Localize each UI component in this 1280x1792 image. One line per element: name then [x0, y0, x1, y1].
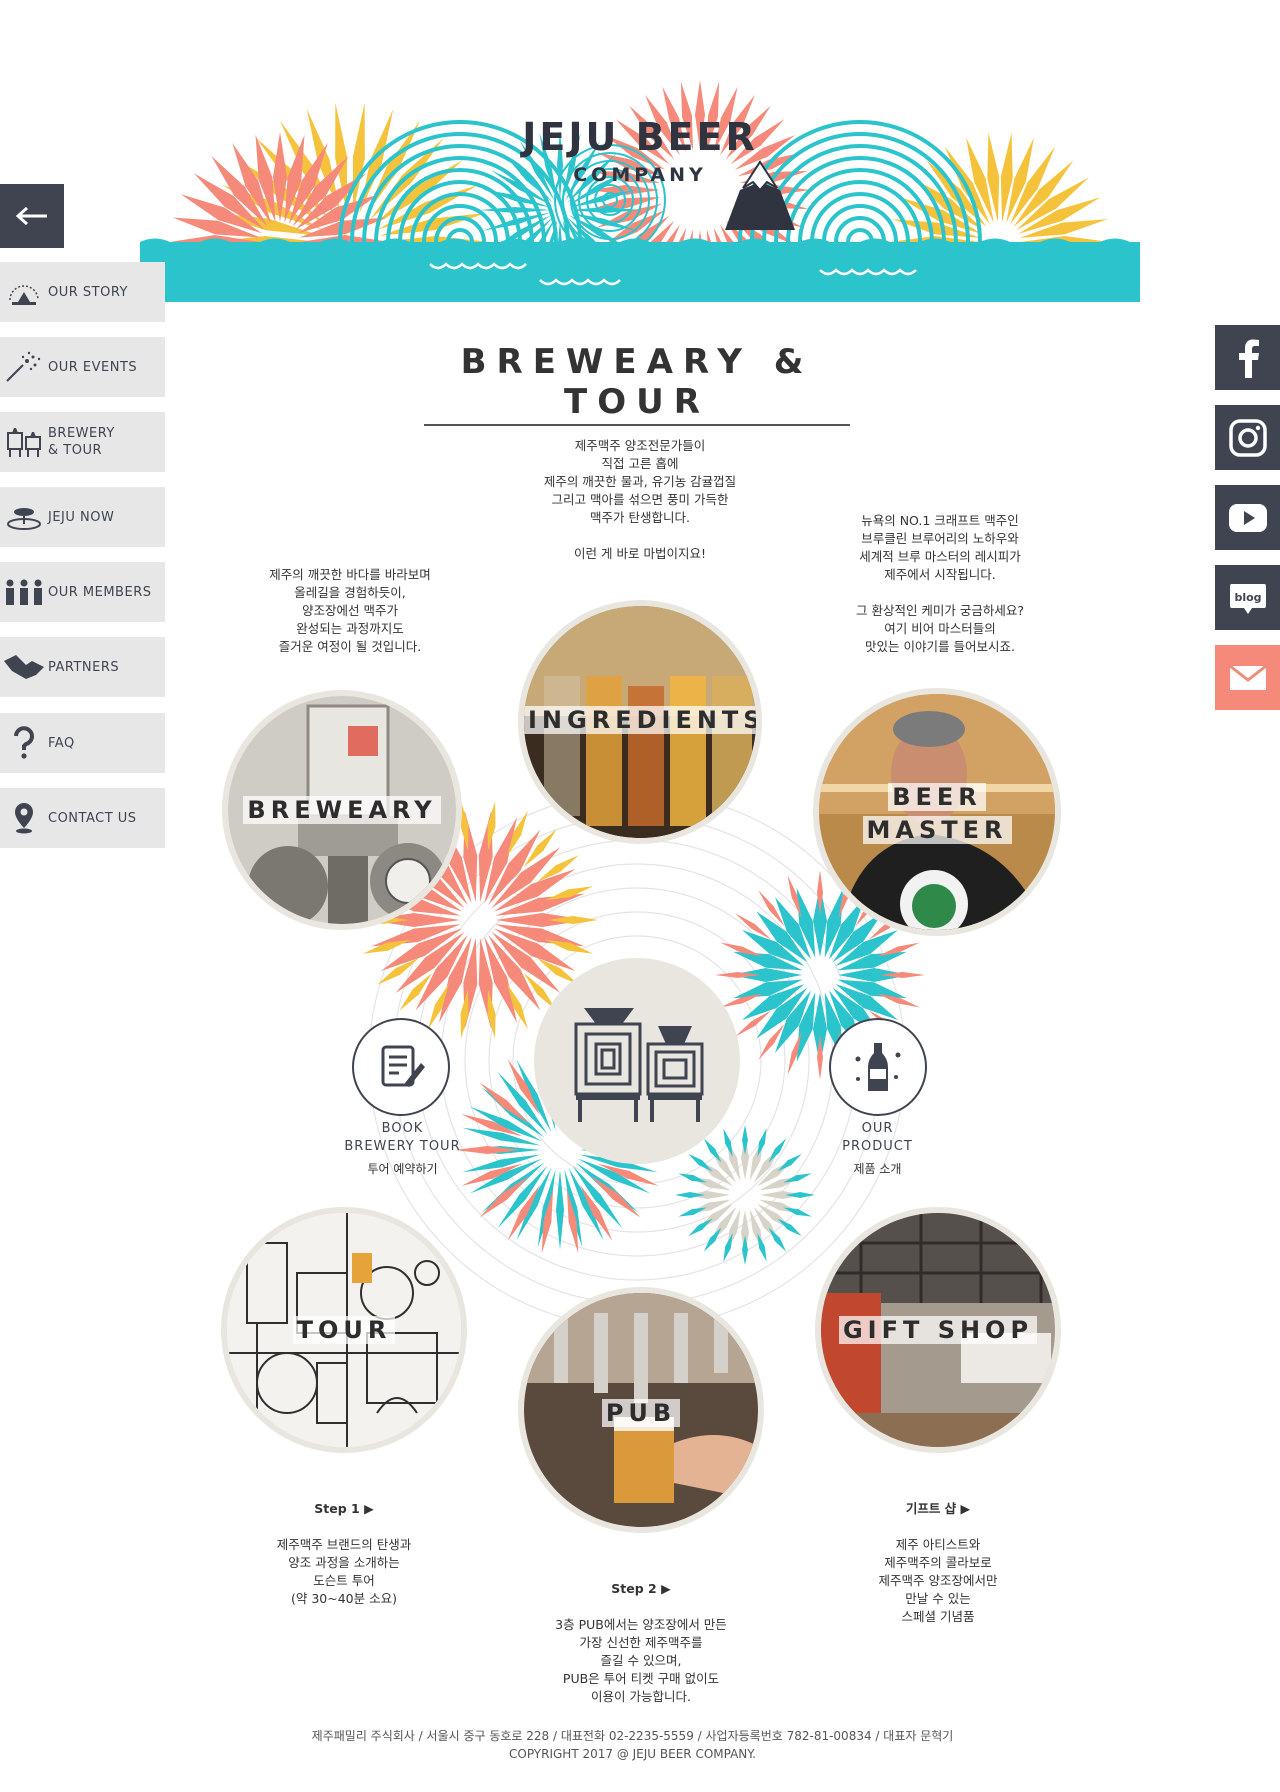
blog-icon: blog — [1229, 583, 1266, 614]
pub-label: PUB — [601, 1399, 681, 1427]
brewery-label: BREWEARY — [243, 796, 441, 824]
blog-button[interactable]: blog — [1215, 565, 1280, 630]
book-tour-label: BOOK BREWERY TOUR — [344, 1121, 461, 1154]
mail-button[interactable] — [1215, 645, 1280, 710]
ingredients-circle[interactable]: INGREDIENTS — [518, 600, 762, 844]
pub-step: Step 2 ▶ — [611, 1581, 671, 1596]
jeju-badge-icon — [9, 285, 39, 305]
facebook-button[interactable] — [1215, 325, 1280, 390]
svg-text:blog: blog — [1234, 591, 1261, 604]
instagram-button[interactable] — [1215, 405, 1280, 470]
nav-item-partners[interactable]: PARTNERS — [0, 637, 165, 697]
brewhouse-center — [534, 958, 740, 1164]
nav-item-our-events[interactable]: OUR EVENTS — [0, 337, 165, 397]
pub-text: 3층 PUB에서는 양조장에서 만든 가장 신선한 제주맥주를 즐길 수 있으며… — [555, 1617, 727, 1704]
map-pin-icon — [15, 803, 33, 834]
ingredients-description: 제주맥주 양조전문가들이 직접 고른 홉에 제주의 깨끗한 물과, 유기농 감귤… — [543, 438, 737, 561]
page-title: BREWEARY & TOUR — [424, 342, 850, 426]
beer-master-description: 뉴욕의 NO.1 크래프트 맥주인 브루클린 브루어리의 노하우와 세계적 브루… — [855, 513, 1025, 654]
beer-master-label-2: MASTER — [862, 816, 1012, 844]
our-product-button[interactable] — [829, 1018, 927, 1116]
nav-item-brewery-tour[interactable]: BREWERY & TOUR — [0, 412, 165, 472]
tour-text: 제주맥주 브랜드의 탄생과 양조 과정을 소개하는 도슨트 투어 (약 30~4… — [276, 1537, 412, 1606]
hero-illustration: JEJU BEER COMPANY — [140, 80, 1140, 302]
youtube-button[interactable] — [1215, 485, 1280, 550]
nav-item-faq[interactable]: FAQ — [0, 713, 165, 773]
brand-subtitle: COMPANY — [573, 164, 707, 186]
footer: 제주패밀리 주식회사 / 서울시 중구 동호로 228 / 대표전화 02-22… — [0, 1727, 1265, 1763]
beer-master-label-1: BEER — [888, 783, 986, 811]
ingredients-label: INGREDIENTS — [524, 706, 756, 734]
brewery-description: 제주의 깨끗한 바다를 바라보며 올레길을 경험하듯이, 양조장에선 맥주가 완… — [269, 567, 431, 654]
our-product-sub: 제품 소개 — [853, 1162, 902, 1176]
nav-label: FAQ — [48, 735, 75, 751]
arrow-left-icon — [15, 206, 47, 226]
nav-label: BREWERY & TOUR — [48, 426, 115, 458]
tour-description: Step 1 ▶ 제주맥주 브랜드의 탄생과 양조 과정을 소개하는 도슨트 투… — [214, 1482, 474, 1608]
clipboard-pen-icon — [381, 1045, 425, 1087]
instagram-icon — [1228, 418, 1267, 457]
youtube-icon — [1228, 503, 1267, 532]
fireworks-icon — [6, 351, 41, 382]
pub-circle[interactable]: PUB — [518, 1287, 764, 1533]
brand-title: JEJU BEER — [519, 115, 757, 159]
nav-label: OUR STORY — [48, 284, 128, 300]
shop-step: 기프트 샵 ▶ — [905, 1501, 971, 1516]
footer-company-info: 제주패밀리 주식회사 / 서울시 중구 동호로 228 / 대표전화 02-22… — [311, 1729, 954, 1743]
nav-item-our-members[interactable]: OUR MEMBERS — [0, 562, 165, 622]
tour-label: TOUR — [292, 1316, 396, 1344]
nav-item-our-story[interactable]: OUR STORY — [0, 262, 165, 322]
handshake-icon — [4, 655, 44, 679]
nav-label: CONTACT US — [48, 810, 137, 826]
gift-shop-circle[interactable]: GIFT SHOP — [815, 1207, 1061, 1453]
footer-copyright: COPYRIGHT 2017 @ JEJU BEER COMPANY. — [509, 1747, 756, 1761]
tour-circle[interactable]: TOUR — [221, 1207, 467, 1453]
mail-icon — [1228, 664, 1267, 690]
beer-bottle-icon — [855, 1043, 901, 1091]
shop-text: 제주 아티스트와 제주맥주의 콜라보로 제주맥주 양조장에서만 만날 수 있는 … — [878, 1537, 998, 1624]
island-icon — [7, 508, 41, 530]
beer-master-circle[interactable]: BEER MASTER — [813, 688, 1061, 936]
tour-step: Step 1 ▶ — [314, 1501, 374, 1516]
brew-kettles-icon — [574, 1008, 704, 1122]
nav-label: PARTNERS — [48, 659, 120, 675]
brewery-tanks-icon — [7, 428, 41, 457]
nav-item-contact-us[interactable]: CONTACT US — [0, 788, 165, 848]
facebook-icon — [1238, 339, 1259, 378]
brewery-circle[interactable]: BREWEARY — [222, 690, 462, 930]
our-product-label: OUR PRODUCT — [842, 1121, 913, 1154]
pub-description: Step 2 ▶ 3층 PUB에서는 양조장에서 만든 가장 신선한 제주맥주를… — [511, 1562, 771, 1706]
back-button[interactable] — [0, 184, 64, 248]
people-icon — [6, 579, 42, 605]
book-tour-sub: 투어 예약하기 — [367, 1162, 438, 1176]
nav-label: OUR MEMBERS — [48, 584, 152, 600]
nav-item-jeju-now[interactable]: JEJU NOW — [0, 487, 165, 547]
shop-description: 기프트 샵 ▶ 제주 아티스트와 제주맥주의 콜라보로 제주맥주 양조장에서만 … — [808, 1482, 1068, 1626]
gift-shop-label: GIFT SHOP — [838, 1316, 1038, 1344]
question-icon — [14, 726, 34, 759]
nav-label: JEJU NOW — [48, 509, 115, 525]
nav-label: OUR EVENTS — [48, 359, 138, 375]
book-tour-button[interactable] — [352, 1018, 450, 1116]
